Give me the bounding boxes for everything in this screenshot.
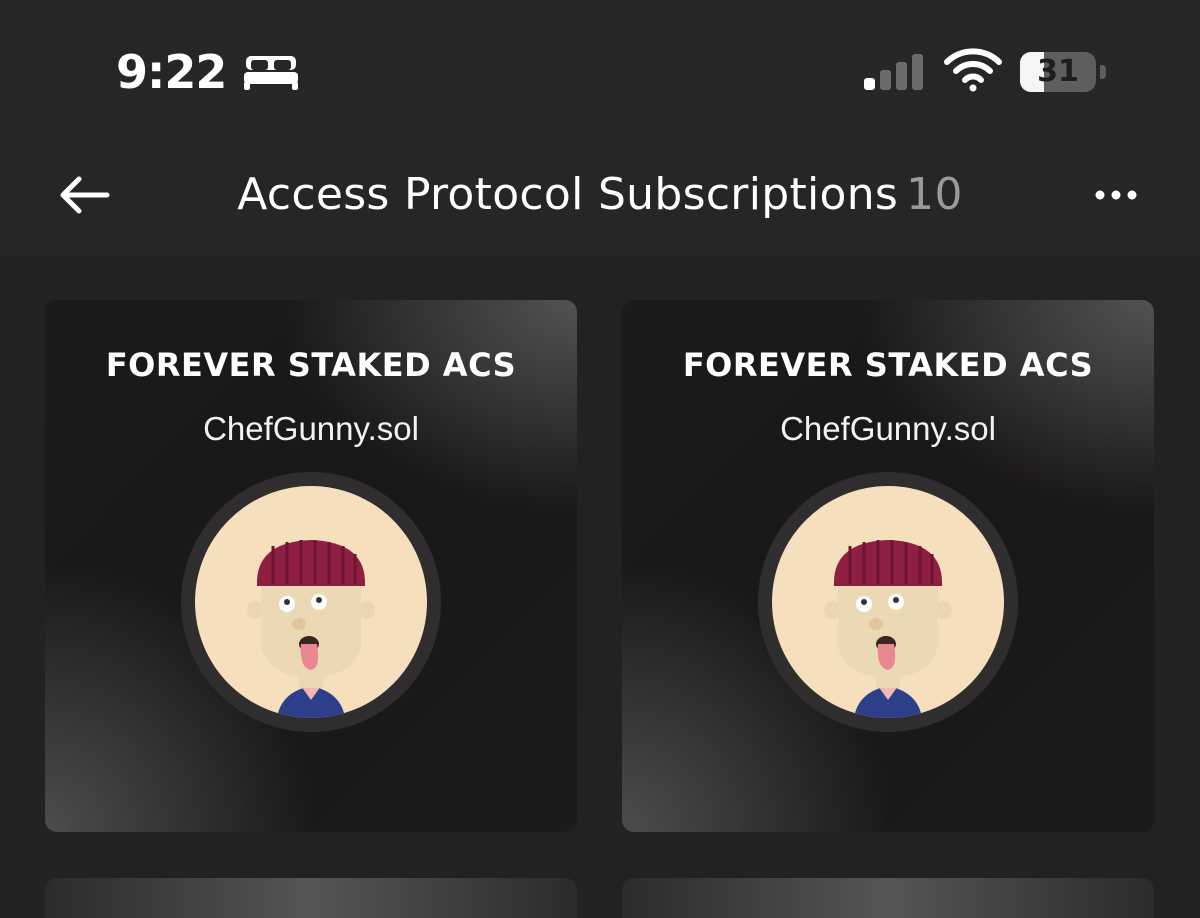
subscription-card[interactable]: FOREVER STAKED ACS ChefGunny.sol (622, 300, 1154, 832)
signal-icon (864, 54, 923, 90)
card-owner: ChefGunny.sol (780, 410, 996, 447)
card-title: FOREVER STAKED ACS (682, 346, 1094, 384)
status-time: 9:22 (116, 45, 227, 99)
card-title: FOREVER STAKED ACS (105, 346, 517, 384)
more-button[interactable] (1084, 168, 1148, 222)
card-owner: ChefGunny.sol (203, 410, 419, 447)
avatar-ring (181, 472, 441, 732)
page-title: Access Protocol Subscriptions 10 (0, 168, 1200, 222)
subscription-card-partial[interactable] (622, 878, 1154, 918)
header: Access Protocol Subscriptions 10 (0, 150, 1200, 240)
avatar (195, 486, 427, 718)
avatar (772, 486, 1004, 718)
bed-icon (244, 56, 298, 90)
avatar-image (824, 540, 952, 718)
subscription-card-partial[interactable] (45, 878, 577, 918)
page-title-text: Access Protocol Subscriptions (237, 169, 899, 220)
avatar-ring (758, 472, 1018, 732)
wifi-icon (944, 48, 1002, 92)
subscription-card[interactable]: FOREVER STAKED ACS ChefGunny.sol (45, 300, 577, 832)
subscription-count: 10 (906, 169, 963, 220)
avatar-image (247, 540, 375, 718)
more-dots-icon (1095, 190, 1137, 200)
battery-icon: 31 (1020, 52, 1106, 92)
battery-percent: 31 (1037, 54, 1079, 89)
status-bar: 9:22 31 (0, 0, 1200, 140)
